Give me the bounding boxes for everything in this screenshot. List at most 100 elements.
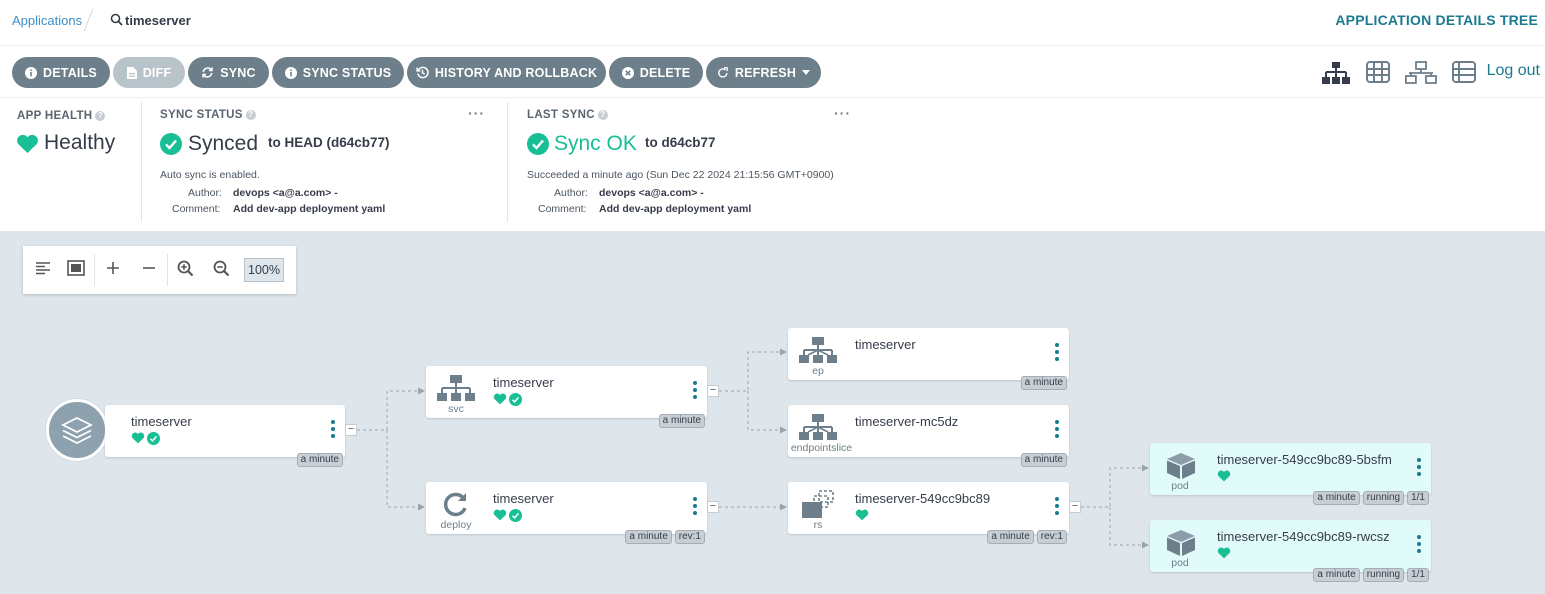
age-tag: a minute — [1020, 453, 1067, 467]
age-tag: a minute — [625, 530, 672, 544]
details-button-label: DETAILS — [43, 65, 97, 80]
status-panel: APP HEALTH? Healthy SYNC STATUS? ··· Syn… — [0, 99, 1545, 231]
last-sync-succeeded: Succeeded a minute ago (Sun Dec 22 2024 … — [527, 169, 834, 181]
node-menu-icon[interactable] — [1055, 497, 1059, 520]
collapse-toggle[interactable]: − — [345, 424, 357, 436]
svc-node[interactable]: svc timeserver a minute — [426, 366, 707, 428]
node-menu-icon[interactable] — [331, 420, 335, 443]
app-root-icon[interactable] — [46, 399, 108, 461]
app-health-value: Healthy — [44, 131, 116, 154]
pods-grid-view-icon[interactable] — [1366, 61, 1390, 88]
node-tags: a minute — [296, 453, 343, 467]
revision-tag: rev:1 — [674, 530, 705, 544]
collapse-toggle[interactable]: − — [1069, 501, 1081, 513]
node-status — [493, 393, 522, 406]
app-health-label-text: APP HEALTH — [17, 110, 93, 122]
heart-icon — [131, 432, 145, 444]
network-view-icon[interactable] — [1404, 61, 1437, 90]
node-kind-label: endpointslice — [790, 442, 853, 454]
sync-status-button[interactable]: SYNC STATUS — [272, 57, 404, 88]
age-tag: a minute — [1020, 376, 1067, 390]
endpointslice-node[interactable]: endpointslice timeserver-mc5dz a minute — [788, 405, 1069, 467]
node-menu-icon[interactable] — [1055, 343, 1059, 366]
node-tags: a minute running 1/1 — [1313, 568, 1429, 582]
help-icon[interactable]: ? — [95, 111, 106, 121]
node-menu-icon[interactable] — [1417, 458, 1421, 481]
node-name: timeserver — [131, 414, 192, 429]
node-kind-label: pod — [1171, 480, 1189, 492]
ready-count-tag: 1/1 — [1407, 491, 1429, 505]
logout-link[interactable]: Log out — [1487, 62, 1540, 80]
history-rollback-button[interactable]: HISTORY AND ROLLBACK — [407, 57, 606, 88]
node-name: timeserver — [855, 337, 916, 352]
help-icon[interactable]: ? — [245, 110, 256, 120]
heart-icon — [493, 509, 507, 521]
age-tag: a minute — [296, 453, 343, 467]
node-status — [1217, 547, 1231, 559]
breadcrumb-current-app: timeserver — [125, 13, 191, 28]
deploy-node[interactable]: deploy timeserver a minute rev:1 — [426, 482, 707, 544]
node-name: timeserver-549cc9bc89-5bsfm — [1217, 452, 1392, 467]
node-tags: a minute rev:1 — [625, 530, 705, 544]
pod-node[interactable]: pod timeserver-549cc9bc89-5bsfm a minute… — [1150, 443, 1431, 505]
caret-down-icon — [802, 69, 811, 75]
breadcrumb-applications-link[interactable]: Applications — [12, 13, 82, 28]
refresh-button-label: REFRESH — [734, 65, 797, 80]
pod-state-tag: running — [1362, 491, 1405, 505]
node-status — [131, 432, 160, 445]
sync-status-target: to HEAD (d64cb77) — [268, 135, 390, 150]
details-button[interactable]: DETAILS — [12, 57, 110, 88]
diff-button[interactable]: DIFF — [113, 57, 185, 88]
collapse-toggle[interactable]: − — [707, 501, 719, 513]
delete-button[interactable]: DELETE — [609, 57, 703, 88]
sync-button-label: SYNC — [220, 65, 256, 80]
list-view-icon[interactable] — [1452, 61, 1476, 88]
history-icon — [416, 66, 429, 79]
status-divider — [141, 102, 142, 222]
check-circle-icon — [527, 133, 549, 160]
node-menu-icon[interactable] — [693, 497, 697, 520]
check-circle-icon — [160, 133, 182, 160]
ep-node[interactable]: ep timeserver a minute — [788, 328, 1069, 390]
heart-icon — [493, 393, 507, 405]
diff-button-label: DIFF — [142, 65, 172, 80]
node-menu-icon[interactable] — [693, 381, 697, 404]
check-circle-icon — [509, 393, 522, 406]
node-name: timeserver-549cc9bc89-rwcsz — [1217, 529, 1390, 544]
revision-tag: rev:1 — [1036, 530, 1067, 544]
node-tags: a minute rev:1 — [987, 530, 1067, 544]
last-sync-value: Sync OK — [554, 132, 637, 155]
tree-view-icon[interactable] — [1322, 61, 1350, 90]
age-tag: a minute — [987, 530, 1034, 544]
pod-state-tag: running — [1362, 568, 1405, 582]
node-name: timeserver-mc5dz — [855, 414, 959, 429]
last-sync-label: LAST SYNC? — [527, 109, 608, 121]
node-status — [855, 509, 869, 521]
pod-node[interactable]: pod timeserver-549cc9bc89-rwcsz a minute… — [1150, 520, 1431, 582]
node-tags: a minute — [1020, 453, 1067, 467]
node-menu-icon[interactable] — [1055, 420, 1059, 443]
node-kind-label: rs — [813, 519, 823, 531]
sync-status-more-icon[interactable]: ··· — [468, 105, 485, 121]
node-menu-icon[interactable] — [1417, 535, 1421, 558]
node-kind-label: ep — [812, 365, 824, 377]
app-node[interactable]: timeserver a minute — [105, 405, 345, 467]
check-circle-icon — [147, 432, 160, 445]
last-sync-comment-value: Add dev-app deployment yaml — [599, 203, 752, 215]
refresh-button[interactable]: REFRESH — [706, 57, 821, 88]
info-icon — [284, 66, 297, 79]
last-sync-comment-label: Comment: — [538, 203, 587, 215]
last-sync-label-text: LAST SYNC — [527, 109, 595, 121]
collapse-toggle[interactable]: − — [707, 385, 719, 397]
node-tags: a minute — [1020, 376, 1067, 390]
sync-button[interactable]: SYNC — [188, 57, 269, 88]
last-sync-more-icon[interactable]: ··· — [834, 105, 851, 121]
resource-tree-canvas[interactable]: 100% timeserver a minute − svc timeserve… — [0, 231, 1545, 594]
heart-icon — [1217, 470, 1231, 482]
node-name: timeserver-549cc9bc89 — [855, 491, 991, 506]
search-icon[interactable] — [110, 13, 123, 31]
help-icon[interactable]: ? — [597, 110, 608, 120]
node-tags: a minute running 1/1 — [1313, 491, 1429, 505]
last-sync-author-value: devops <a@a.com> - — [599, 187, 704, 199]
rs-node[interactable]: rs timeserver-549cc9bc89 a minute rev:1 — [788, 482, 1069, 544]
